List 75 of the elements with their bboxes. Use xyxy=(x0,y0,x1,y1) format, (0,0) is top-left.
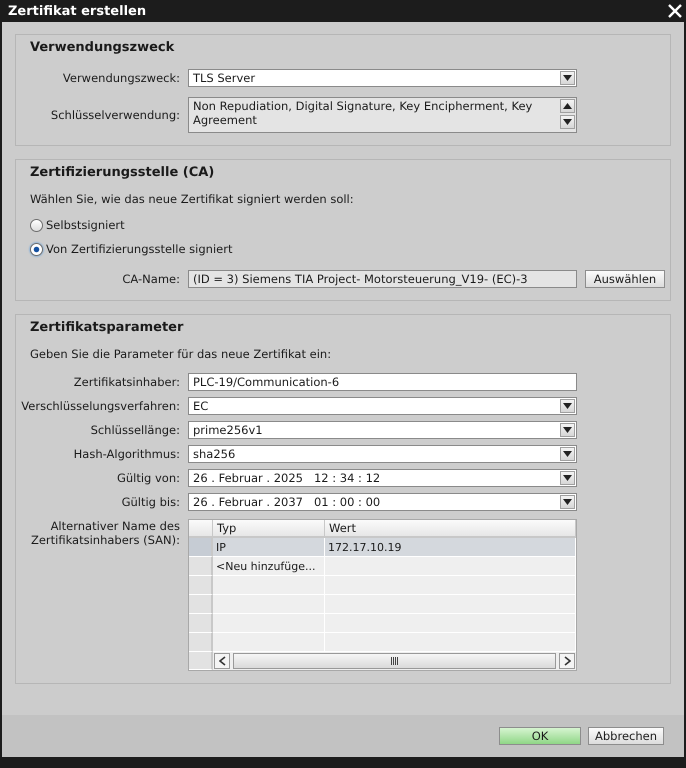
dropdown-field[interactable]: sha256 xyxy=(188,445,577,463)
table-cell[interactable]: <Neu hinzufüge... xyxy=(213,557,325,576)
table-cell[interactable] xyxy=(325,633,576,652)
dropdown-button[interactable] xyxy=(560,447,575,461)
row-header xyxy=(189,652,213,670)
ok-button[interactable]: OK xyxy=(499,727,581,745)
section-heading: Zertifikatsparameter xyxy=(30,320,184,335)
down-arrow-icon xyxy=(563,499,572,505)
table-cell[interactable] xyxy=(213,595,325,614)
column-header: Wert xyxy=(325,520,576,538)
scroll-up-button[interactable] xyxy=(560,99,575,113)
up-arrow-icon xyxy=(563,103,572,109)
down-arrow-icon xyxy=(563,475,572,481)
column-header: Typ xyxy=(213,520,325,538)
down-arrow-icon xyxy=(563,75,572,81)
field-label: Alternativer Name des Zertifikatsinhabers (SAN): xyxy=(30,519,180,547)
table-cell[interactable] xyxy=(325,595,576,614)
radio-button[interactable] xyxy=(30,218,43,232)
radio-button[interactable] xyxy=(30,242,43,256)
scroll-right-button[interactable] xyxy=(559,653,575,669)
input-field: (ID = 3) Siemens TIA Project- Motorsteuerung_V19- (EC)-3 xyxy=(188,270,577,288)
down-arrow-icon xyxy=(563,403,572,409)
field-label: Gültig bis: xyxy=(122,495,180,509)
dropdown-button[interactable] xyxy=(560,399,575,413)
row-header xyxy=(189,520,213,538)
field-label: Hash-Algorithmus: xyxy=(74,447,180,461)
select-button[interactable]: Auswählen xyxy=(585,270,665,288)
field-label: CA-Name: xyxy=(122,272,180,286)
down-arrow-icon xyxy=(563,427,572,433)
row-header xyxy=(189,576,213,595)
window-title: Zertifikat erstellen xyxy=(8,4,146,18)
section-heading: Zertifizierungsstelle (CA) xyxy=(30,165,216,180)
table-cell[interactable] xyxy=(325,576,576,595)
dropdown-field[interactable]: 26 . Februar . 2037 01 : 00 : 00 xyxy=(188,493,577,511)
cancel-button[interactable]: Abbrechen xyxy=(588,727,664,745)
radio-label: Selbstsigniert xyxy=(46,218,125,232)
down-arrow-icon xyxy=(563,451,572,457)
dropdown-button[interactable] xyxy=(560,471,575,485)
scroll-down-button[interactable] xyxy=(560,115,575,129)
dropdown-button[interactable] xyxy=(560,495,575,509)
field-label: Zertifikatsinhaber: xyxy=(74,375,180,389)
dropdown-field[interactable]: 26 . Februar . 2025 12 : 34 : 12 xyxy=(188,469,577,487)
close-icon[interactable] xyxy=(666,2,684,20)
field-label: Schlüssellänge: xyxy=(90,423,180,437)
instruction-text: Wählen Sie, wie das neue Zertifikat signiert werden soll: xyxy=(30,192,355,206)
table-cell[interactable] xyxy=(213,614,325,633)
field-label: Gültig von: xyxy=(116,471,180,485)
table-cell[interactable]: 172.17.10.19 xyxy=(325,538,576,557)
dropdown-field[interactable]: prime256v1 xyxy=(188,421,577,439)
scroll-left-button[interactable] xyxy=(214,653,230,669)
table-cell[interactable] xyxy=(325,614,576,633)
row-header xyxy=(189,614,213,633)
table-cell[interactable] xyxy=(325,557,576,576)
text-area[interactable]: Non Repudiation, Digital Signature, Key Encipherment, Key Agreement xyxy=(188,97,577,133)
dropdown-field[interactable]: EC xyxy=(188,397,577,415)
table-cell[interactable] xyxy=(213,633,325,652)
section-heading: Verwendungszweck xyxy=(30,40,176,55)
input-field[interactable]: PLC-19/Communication-6 xyxy=(188,373,577,391)
field-label: Verschlüsselungsverfahren: xyxy=(21,399,180,413)
field-label: Verwendungszweck: xyxy=(62,71,180,85)
chevron-left-icon xyxy=(218,656,226,666)
dropdown-button[interactable] xyxy=(560,71,575,85)
table-cell[interactable]: IP xyxy=(213,538,325,557)
chevron-right-icon xyxy=(564,656,570,666)
row-header xyxy=(189,595,213,614)
grip-icon xyxy=(391,657,398,665)
row-header xyxy=(189,633,213,652)
dropdown-field[interactable]: TLS Server xyxy=(188,69,577,87)
scrollbar-thumb[interactable] xyxy=(233,653,556,669)
radio-label: Von Zertifizierungsstelle signiert xyxy=(46,242,232,256)
table-cell[interactable] xyxy=(213,576,325,595)
down-arrow-icon xyxy=(563,119,572,125)
dropdown-button[interactable] xyxy=(560,423,575,437)
field-label: Schlüsselverwendung: xyxy=(50,108,180,122)
instruction-text: Geben Sie die Parameter für das neue Zertifikat ein: xyxy=(30,347,332,361)
